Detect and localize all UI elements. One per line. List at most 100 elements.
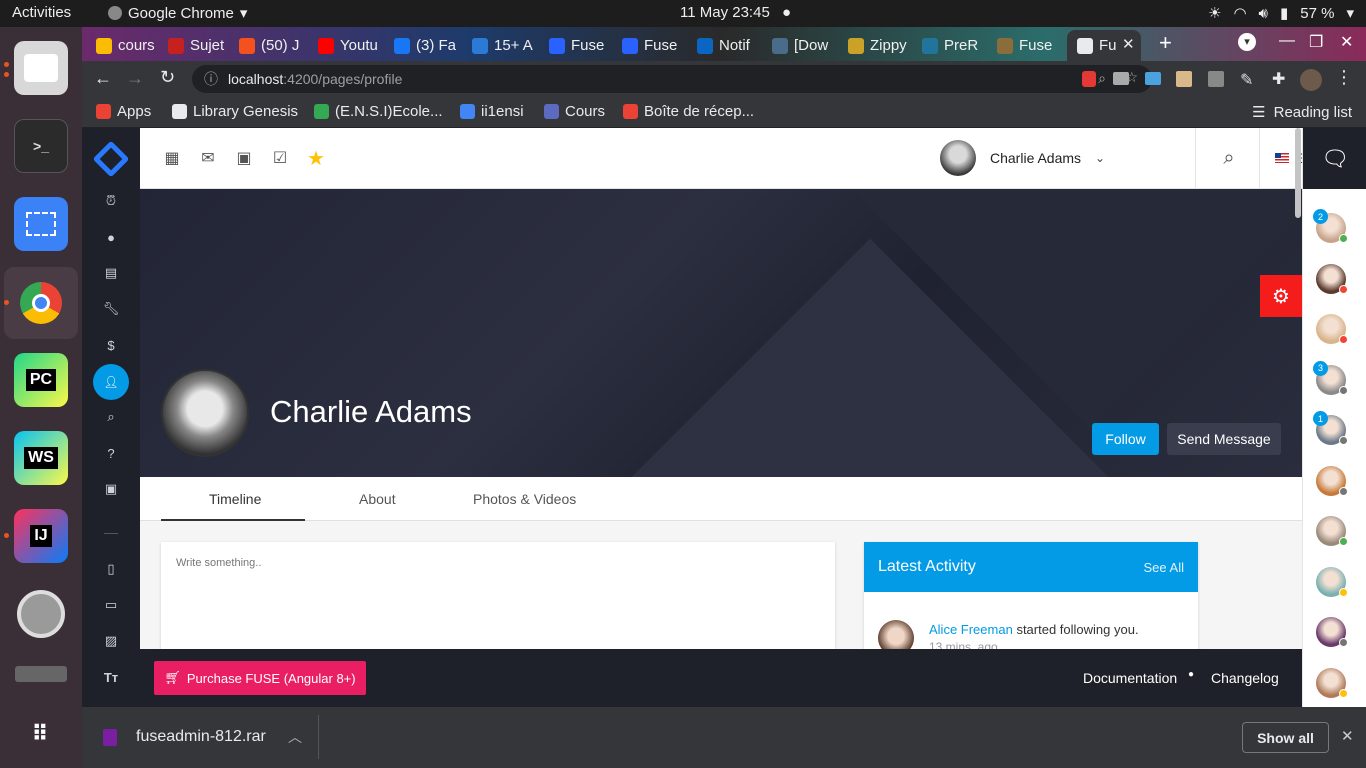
invoice-icon[interactable]: ▤ [101,263,121,283]
bookmark-item[interactable]: Boîte de récep... [623,103,754,120]
chrome-icon[interactable] [4,267,78,339]
browser-tab[interactable]: Fuse [997,30,1065,61]
documentation-link[interactable]: Documentation [1083,670,1177,686]
maintenance-icon[interactable]: 🔧︎ [101,299,121,319]
tab-about[interactable]: About [359,491,396,507]
browser-tab[interactable]: PreR [922,30,990,61]
follow-button[interactable]: Follow [1092,423,1159,455]
contact-avatar[interactable]: 2 [1313,209,1348,243]
close-downloads-icon[interactable]: ✕ [1341,727,1354,745]
bookmark-item[interactable]: Apps [96,103,151,120]
profile-nav-icon[interactable]: 👤︎ [93,364,129,400]
close-window-icon[interactable]: ✕ [1340,32,1353,52]
files-icon[interactable] [14,41,68,95]
site-info-icon[interactable]: ⓘ [204,69,218,89]
search-nav-icon[interactable]: ⌕ [101,407,121,427]
theme-settings-button[interactable]: ⚙ [1260,275,1302,317]
browser-tab[interactable]: Youtu [318,30,386,61]
contact-avatar[interactable] [1316,667,1348,698]
changelog-link[interactable]: Changelog [1211,670,1279,686]
browser-tab[interactable]: Zippy [848,30,916,61]
browser-tab[interactable]: (50) J [239,30,307,61]
bookmark-item[interactable]: (E.N.S.I)Ecole... [314,103,443,120]
search-icon[interactable]: ⌕ [1219,147,1239,169]
knowledge-base-icon[interactable]: ▣ [101,479,121,499]
tab-photos-videos[interactable]: Photos & Videos [473,491,576,507]
bookmark-item[interactable]: Cours [544,103,605,120]
reading-list-button[interactable]: ☰ Reading list [1252,103,1352,122]
show-all-button[interactable]: Show all [1242,722,1329,753]
contact-avatar[interactable]: 3 [1313,360,1348,395]
zoom-icon[interactable]: ⌕ [1098,70,1106,87]
fuse-logo[interactable] [92,140,130,178]
activities-button[interactable]: Activities [12,4,71,21]
alarm-icon[interactable]: ⏰︎ [101,191,121,211]
system-tray[interactable]: ☀ ◠ 🔊︎ ▮ 57 % ▾ [1208,4,1354,23]
intellij-icon[interactable]: IJ [14,509,68,563]
phone-icon[interactable]: ▯ [101,559,121,579]
browser-tab[interactable]: Sujet [168,30,236,61]
browser-tab[interactable]: 15+ A [472,30,540,61]
forward-icon[interactable]: → [126,68,144,89]
typography-icon[interactable]: Tт [101,667,121,687]
webstorm-icon[interactable]: WS [14,431,68,485]
new-tab-icon[interactable]: + [1159,30,1172,56]
contact-avatar[interactable] [1316,314,1348,344]
chevron-up-icon[interactable]: ︿ [288,727,302,747]
contact-avatar[interactable]: 1 [1313,411,1348,445]
web-icon[interactable]: ▭ [101,595,121,615]
faq-icon[interactable]: ? [101,443,121,463]
contact-avatar[interactable] [1316,617,1348,647]
browser-tab[interactable]: Fuse [622,30,690,61]
chrome-menu-icon[interactable]: ⋮ [1335,67,1353,88]
mail-icon[interactable]: ✉ [198,148,218,168]
reload-icon[interactable]: ↻ [160,67,175,88]
chat-toggle-button[interactable]: 🗨︎ [1303,128,1366,189]
extension-screen-icon[interactable] [1145,72,1161,85]
browser-tab[interactable]: [Dow [772,30,840,61]
extension-eyedropper-icon[interactable]: ✎ [1240,70,1253,90]
pycharm-icon[interactable]: PC [14,353,68,407]
profile-avatar[interactable] [1300,69,1322,91]
show-apps-icon[interactable]: ⠿ [14,707,68,761]
star-icon[interactable]: ★ [306,148,326,170]
contacts-icon[interactable]: ▣ [234,148,254,168]
contact-avatar[interactable] [1316,566,1348,597]
todo-icon[interactable]: ☑ [270,148,290,168]
tab-search-icon[interactable]: ▾ [1238,33,1256,51]
contact-avatar[interactable] [1316,516,1348,546]
extension-download-icon[interactable] [1208,71,1224,87]
post-composer[interactable]: Write something.. [161,542,835,662]
address-bar[interactable]: ⓘ localhost:4200/pages/profile ⌕ ☆ [192,65,1152,93]
app-menu[interactable]: Google Chrome ▾ [108,4,247,22]
send-message-button[interactable]: Send Message [1167,423,1281,455]
clock[interactable]: 11 May 23:45 ● [680,4,791,21]
contact-avatar[interactable] [1316,263,1348,294]
download-file-name[interactable]: fuseadmin-812.rar [136,728,266,746]
browser-tab[interactable]: Notif [697,30,765,61]
settings-icon[interactable] [14,587,68,641]
extensions-puzzle-icon[interactable]: ✚ [1272,69,1285,89]
bookmark-item[interactable]: ii1ensi [460,103,524,120]
close-tab-icon[interactable]: ✕ [1122,35,1135,53]
maximize-icon[interactable]: ❐ [1309,32,1323,52]
back-icon[interactable]: ← [94,68,112,89]
browser-tab[interactable]: cours [96,30,164,61]
purchase-button[interactable]: 🛒︎ Purchase FUSE (Angular 8+) [154,661,366,695]
bookmark-item[interactable]: Library Genesis [172,103,298,120]
activity-user-link[interactable]: Alice Freeman [929,622,1013,637]
calendar-icon[interactable]: ▦ [162,148,182,168]
extension-camera-icon[interactable] [1113,72,1129,85]
browser-tab[interactable]: (3) Fa [394,30,462,61]
image-icon[interactable]: ▨ [101,631,121,651]
extension-adblock-icon[interactable] [1082,71,1096,87]
browser-tab[interactable]: Fuse [549,30,617,61]
see-all-link[interactable]: See All [1144,560,1184,575]
contact-avatar[interactable] [1316,465,1348,496]
screenshot-icon[interactable] [14,197,68,251]
extension-face-icon[interactable] [1176,71,1192,87]
terminal-icon[interactable]: >_ [14,119,68,173]
tab-timeline[interactable]: Timeline [209,491,261,507]
minimize-icon[interactable]: — [1279,32,1295,50]
user-menu-button[interactable]: Charlie Adams ⌄ [940,140,1105,176]
